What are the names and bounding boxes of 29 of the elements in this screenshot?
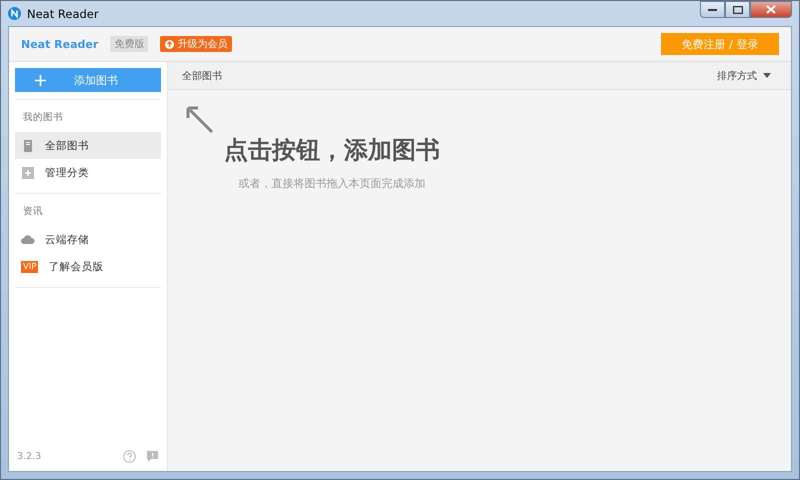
content-title: 全部图书 xyxy=(182,70,222,82)
plus-icon xyxy=(35,74,46,86)
cloud-icon xyxy=(21,232,35,246)
vip-badge: VIP xyxy=(21,260,38,272)
edition-badge: 免费版 xyxy=(110,36,148,52)
maximize-icon xyxy=(732,6,742,14)
maximize-button[interactable] xyxy=(725,1,750,18)
version-label: 3.2.3 xyxy=(17,450,42,462)
upgrade-icon xyxy=(165,40,174,48)
close-button[interactable] xyxy=(750,1,792,18)
minimize-icon xyxy=(708,8,717,12)
sidebar-item[interactable]: 全部图书 xyxy=(15,132,161,159)
plus-square-icon xyxy=(21,166,35,180)
empty-title: 点击按钮，添加图书 xyxy=(224,135,440,166)
window-title: Neat Reader xyxy=(27,6,99,20)
minimize-button[interactable] xyxy=(700,1,725,18)
section-heading: 资讯 xyxy=(22,205,44,219)
sidebar-item[interactable]: 云端存储 xyxy=(15,226,161,253)
sidebar-item[interactable]: VIP 了解会员版 xyxy=(15,253,161,280)
sidebar-item[interactable]: 管理分类 xyxy=(15,159,161,186)
caret-icon xyxy=(763,73,771,78)
book-icon xyxy=(21,138,35,152)
empty-hint: 或者，直接将图书拖入本页面完成添加 xyxy=(238,176,426,191)
app-logo-icon xyxy=(8,7,21,20)
section-heading: 我的图书 xyxy=(22,111,64,125)
brand-name: Neat Reader xyxy=(21,38,98,50)
close-icon xyxy=(766,5,776,14)
sort-button[interactable]: 排序方式 xyxy=(711,68,777,84)
arrow-icon xyxy=(184,104,216,136)
